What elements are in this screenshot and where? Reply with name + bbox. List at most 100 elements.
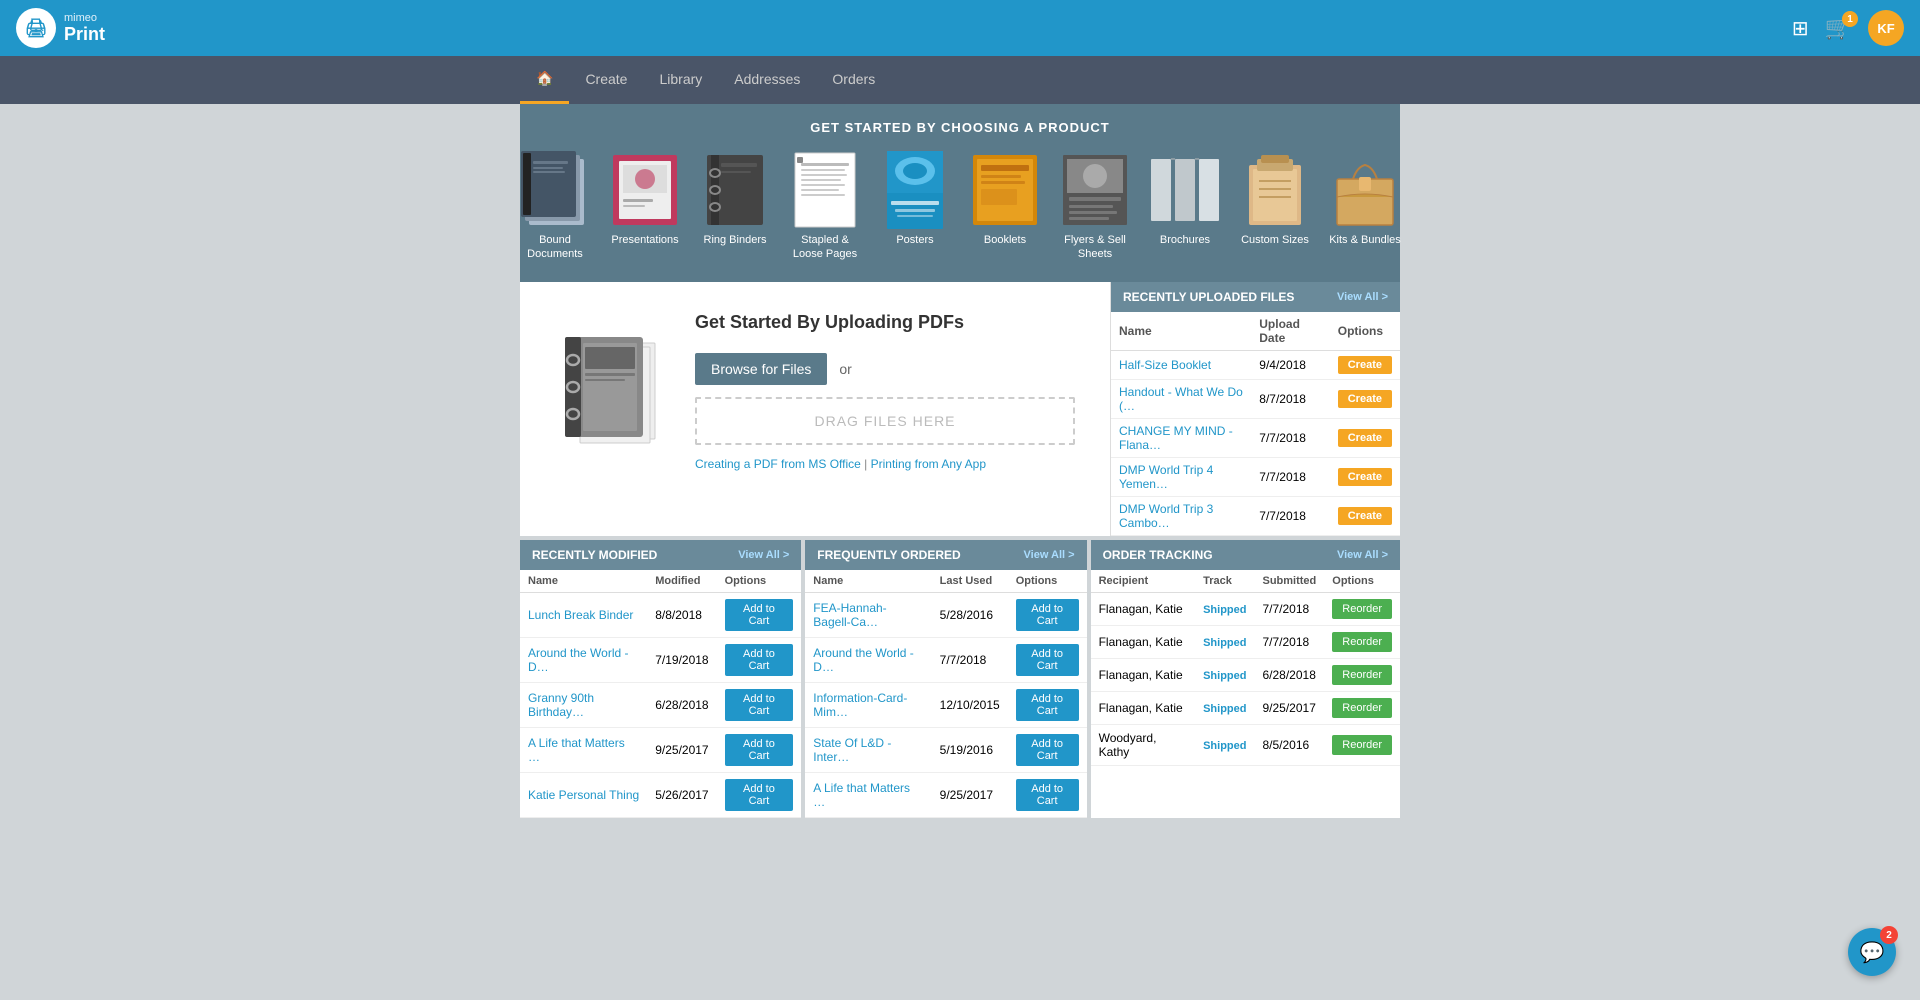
- add-to-cart-button[interactable]: Add to Cart: [725, 779, 794, 811]
- fo-link[interactable]: A Life that Matters …: [813, 781, 910, 809]
- add-to-cart-button[interactable]: Add to Cart: [725, 599, 794, 631]
- fo-link[interactable]: Information-Card-Mim…: [813, 691, 907, 719]
- recent-file-link[interactable]: DMP World Trip 3 Cambo…: [1119, 502, 1213, 530]
- product-stapled[interactable]: Stapled & Loose Pages: [782, 147, 868, 266]
- drag-drop-area[interactable]: DRAG FILES HERE: [695, 397, 1075, 445]
- add-to-cart-freq-button[interactable]: Add to Cart: [1016, 734, 1079, 766]
- recent-file-options: Create: [1330, 379, 1400, 418]
- rm-link[interactable]: Katie Personal Thing: [528, 788, 639, 802]
- recent-file-link[interactable]: DMP World Trip 4 Yemen…: [1119, 463, 1213, 491]
- grid-icon[interactable]: ⊞: [1792, 16, 1809, 41]
- rm-link[interactable]: A Life that Matters …: [528, 736, 625, 764]
- ot-recipient: Flanagan, Katie: [1091, 691, 1196, 724]
- recently-modified-view-all[interactable]: View All >: [738, 549, 789, 561]
- recent-file-link[interactable]: CHANGE MY MIND - Flana…: [1119, 424, 1233, 452]
- nav-library[interactable]: Library: [643, 56, 718, 104]
- ot-col-track: Track: [1195, 570, 1254, 593]
- rm-options: Add to Cart: [717, 637, 802, 682]
- product-presentations[interactable]: Presentations: [602, 147, 688, 266]
- reorder-button[interactable]: Reorder: [1332, 665, 1392, 685]
- cart-badge: 1: [1842, 11, 1858, 27]
- ot-options: Reorder: [1324, 592, 1400, 625]
- ot-recipient: Flanagan, Katie: [1091, 625, 1196, 658]
- user-avatar[interactable]: KF: [1868, 10, 1904, 46]
- create-file-button[interactable]: Create: [1338, 429, 1392, 447]
- product-kits[interactable]: Kits & Bundles: [1322, 147, 1408, 266]
- fo-link[interactable]: Around the World - D…: [813, 646, 914, 674]
- ot-recipient: Woodyard, Kathy: [1091, 724, 1196, 765]
- reorder-button[interactable]: Reorder: [1332, 735, 1392, 755]
- rm-col-options: Options: [717, 570, 802, 593]
- recent-file-row: CHANGE MY MIND - Flana… 7/7/2018 Create: [1111, 418, 1400, 457]
- add-to-cart-freq-button[interactable]: Add to Cart: [1016, 779, 1079, 811]
- reorder-button[interactable]: Reorder: [1332, 632, 1392, 652]
- frequently-ordered-header: FREQUENTLY ORDERED View All >: [805, 540, 1086, 570]
- add-to-cart-freq-button[interactable]: Add to Cart: [1016, 689, 1079, 721]
- rm-link[interactable]: Around the World - D…: [528, 646, 629, 674]
- add-to-cart-freq-button[interactable]: Add to Cart: [1016, 599, 1079, 631]
- rm-link[interactable]: Lunch Break Binder: [528, 608, 633, 622]
- product-bound-documents[interactable]: Bound Documents: [512, 147, 598, 266]
- ot-options: Reorder: [1324, 691, 1400, 724]
- presentations-img: [609, 151, 681, 229]
- fo-date: 9/25/2017: [932, 772, 1008, 817]
- col-upload-date: Upload Date: [1251, 312, 1329, 351]
- fo-name: A Life that Matters …: [805, 772, 931, 817]
- fo-options: Add to Cart: [1008, 592, 1087, 637]
- nav-home[interactable]: 🏠: [520, 56, 569, 104]
- browse-files-button[interactable]: Browse for Files: [695, 353, 827, 385]
- product-grid: Bound Documents Presenta: [540, 147, 1380, 266]
- create-file-button[interactable]: Create: [1338, 468, 1392, 486]
- printing-any-app-link[interactable]: Printing from Any App: [871, 457, 986, 471]
- frequently-ordered-table: Name Last Used Options FEA-Hannah-Bagell…: [805, 570, 1086, 818]
- custom-sizes-img: [1239, 151, 1311, 229]
- fo-col-last-used: Last Used: [932, 570, 1008, 593]
- order-tracking-header: ORDER TRACKING View All >: [1091, 540, 1400, 570]
- logo-area: 🖨 mimeo Print: [16, 8, 105, 48]
- ot-recipient: Flanagan, Katie: [1091, 658, 1196, 691]
- add-to-cart-button[interactable]: Add to Cart: [725, 689, 794, 721]
- add-to-cart-freq-button[interactable]: Add to Cart: [1016, 644, 1079, 676]
- product-ring-binders[interactable]: Ring Binders: [692, 147, 778, 266]
- fo-link[interactable]: State Of L&D - Inter…: [813, 736, 891, 764]
- product-custom-sizes[interactable]: Custom Sizes: [1232, 147, 1318, 266]
- add-to-cart-button[interactable]: Add to Cart: [725, 734, 794, 766]
- add-to-cart-button[interactable]: Add to Cart: [725, 644, 794, 676]
- create-file-button[interactable]: Create: [1338, 390, 1392, 408]
- product-booklets[interactable]: Booklets: [962, 147, 1048, 266]
- product-ring-binders-label: Ring Binders: [704, 233, 767, 247]
- create-file-button[interactable]: Create: [1338, 507, 1392, 525]
- ot-col-options: Options: [1324, 570, 1400, 593]
- order-tracking-panel: ORDER TRACKING View All > Recipient Trac…: [1091, 540, 1400, 818]
- fo-link[interactable]: FEA-Hannah-Bagell-Ca…: [813, 601, 886, 629]
- recent-file-link[interactable]: Handout - What We Do (…: [1119, 385, 1243, 413]
- nav-addresses[interactable]: Addresses: [718, 56, 816, 104]
- order-tracking-title: ORDER TRACKING: [1103, 548, 1213, 562]
- rm-options: Add to Cart: [717, 727, 802, 772]
- recent-file-row: Handout - What We Do (… 8/7/2018 Create: [1111, 379, 1400, 418]
- recently-modified-row: Around the World - D… 7/19/2018 Add to C…: [520, 637, 801, 682]
- product-flyers[interactable]: Flyers & Sell Sheets: [1052, 147, 1138, 266]
- frequently-ordered-row: State Of L&D - Inter… 5/19/2016 Add to C…: [805, 727, 1086, 772]
- pdf-from-office-link[interactable]: Creating a PDF from MS Office: [695, 457, 861, 471]
- chat-button[interactable]: 💬 2: [1848, 928, 1896, 976]
- product-brochures[interactable]: Brochures: [1142, 147, 1228, 266]
- reorder-button[interactable]: Reorder: [1332, 599, 1392, 619]
- fo-date: 5/28/2016: [932, 592, 1008, 637]
- recent-file-link[interactable]: Half-Size Booklet: [1119, 358, 1211, 372]
- recent-file-date: 7/7/2018: [1251, 496, 1329, 535]
- top-navigation: 🖨 mimeo Print ⊞ 🛒 1 KF: [0, 0, 1920, 56]
- order-tracking-view-all[interactable]: View All >: [1337, 549, 1388, 561]
- rm-link[interactable]: Granny 90th Birthday…: [528, 691, 594, 719]
- logo-icon[interactable]: 🖨: [16, 8, 56, 48]
- upload-title: Get Started By Uploading PDFs: [695, 312, 1075, 333]
- brochures-img: [1149, 151, 1221, 229]
- reorder-button[interactable]: Reorder: [1332, 698, 1392, 718]
- recent-files-view-all[interactable]: View All >: [1337, 291, 1388, 303]
- nav-orders[interactable]: Orders: [816, 56, 891, 104]
- nav-create[interactable]: Create: [569, 56, 643, 104]
- product-posters[interactable]: Posters: [872, 147, 958, 266]
- create-file-button[interactable]: Create: [1338, 356, 1392, 374]
- frequently-ordered-view-all[interactable]: View All >: [1024, 549, 1075, 561]
- cart-button[interactable]: 🛒 1: [1825, 15, 1852, 41]
